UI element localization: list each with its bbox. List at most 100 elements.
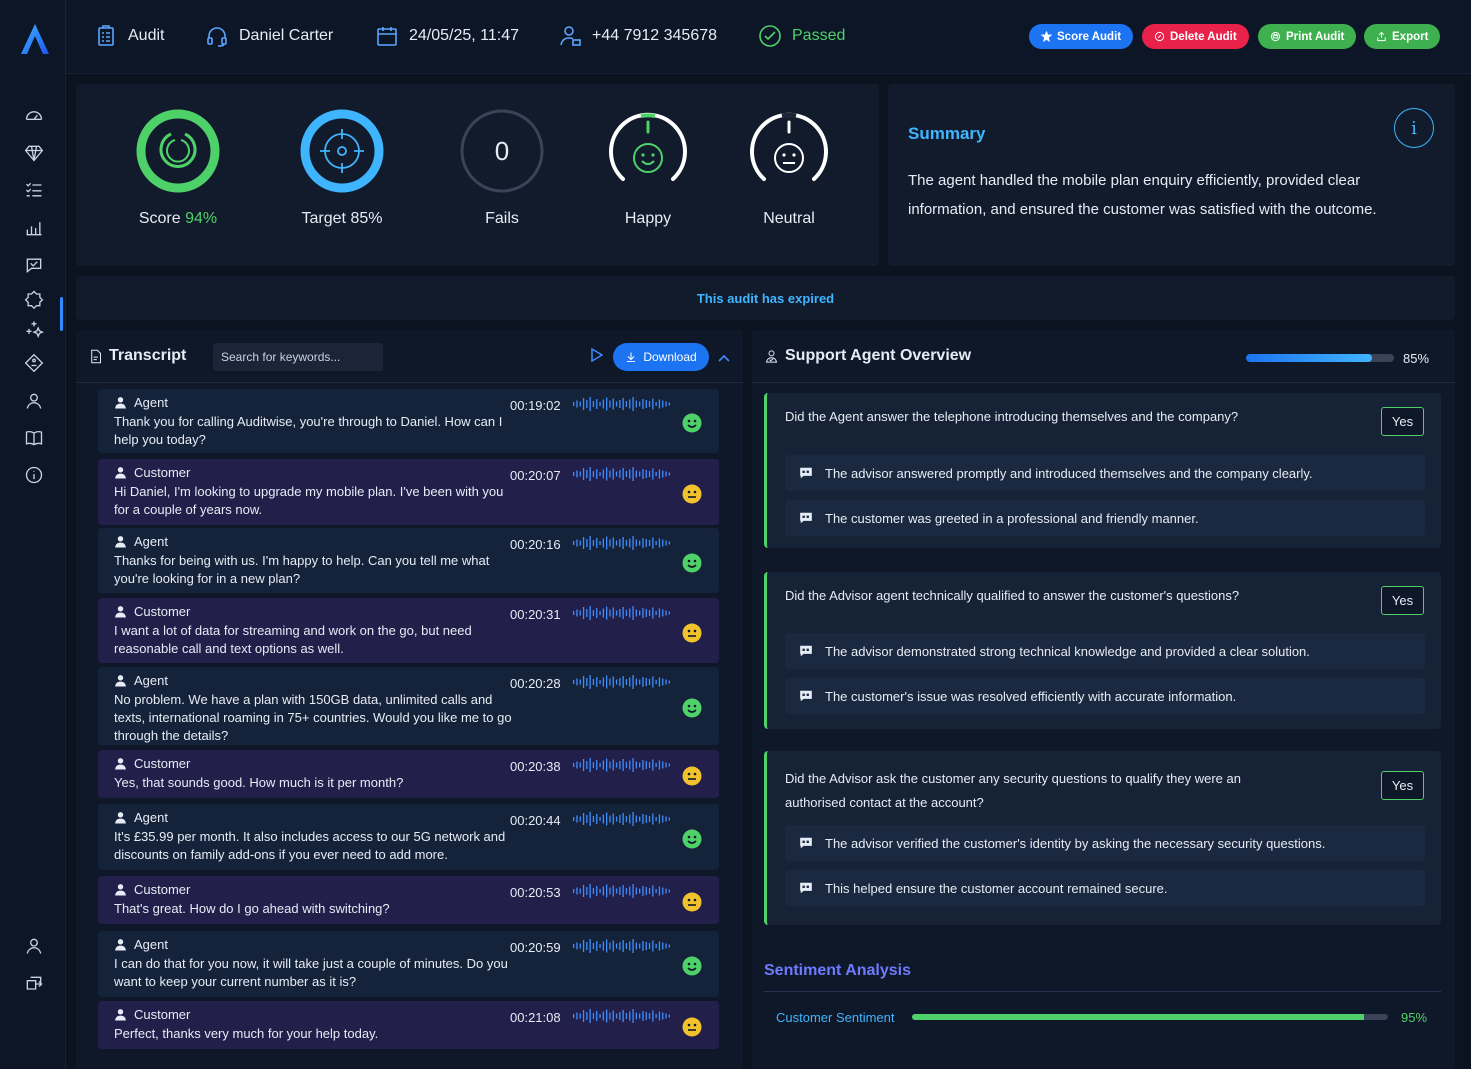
phone-number: +44 7912 345678 xyxy=(592,27,718,44)
audit-question-card: Did the Advisor ask the customer any sec… xyxy=(764,751,1441,925)
customer-sentiment-value: 95% xyxy=(1401,1010,1428,1025)
target-kpi: Target 85% xyxy=(287,106,397,228)
audit-section: Audit xyxy=(94,24,164,48)
checklist-icon[interactable] xyxy=(22,178,46,202)
audio-waveform[interactable] xyxy=(571,393,671,415)
download-button[interactable]: Download xyxy=(613,343,709,371)
analytics-icon[interactable] xyxy=(22,216,46,240)
play-icon[interactable] xyxy=(591,347,604,367)
overview-title-group: Support Agent Overview xyxy=(764,347,971,365)
settings-badge-icon[interactable] xyxy=(22,287,46,311)
audio-waveform[interactable] xyxy=(571,754,671,776)
user-icon[interactable] xyxy=(22,389,46,413)
message-text: No problem. We have a plan with 150GB da… xyxy=(114,692,512,743)
audio-waveform[interactable] xyxy=(571,1005,671,1027)
sparkle-icon[interactable] xyxy=(22,316,46,340)
speaker: Agent xyxy=(114,937,168,952)
info-icon[interactable]: i xyxy=(1394,108,1434,148)
print-audit-button[interactable]: Print Audit xyxy=(1258,24,1357,49)
audit-question-card: Did the Agent answer the telephone intro… xyxy=(764,393,1441,548)
chat-check-icon[interactable] xyxy=(22,253,46,277)
transcript-message[interactable]: Agent 00:20:28 No problem. We have a plan … xyxy=(98,667,719,745)
transcript-message[interactable]: Customer 00:20:38 Yes, that sounds good. H… xyxy=(98,750,719,798)
transcript-message[interactable]: Agent 00:20:16 Thanks for being with us. I… xyxy=(98,528,719,593)
agent-overview-icon xyxy=(765,349,778,363)
transcript-search-input[interactable] xyxy=(213,343,383,371)
person-icon xyxy=(115,606,126,618)
speaker: Customer xyxy=(114,604,190,619)
delete-audit-button[interactable]: Delete Audit xyxy=(1142,24,1249,49)
neutral-gauge xyxy=(750,112,828,181)
dashboard-icon[interactable] xyxy=(22,104,46,128)
profile-icon[interactable] xyxy=(22,934,46,958)
audio-waveform[interactable] xyxy=(571,935,671,957)
message-timestamp: 00:21:08 xyxy=(510,1010,561,1025)
message-text: That's great. How do I go ahead with swi… xyxy=(114,901,390,916)
message-timestamp: 00:20:59 xyxy=(510,940,561,955)
person-icon xyxy=(115,467,126,479)
speaker-label: Customer xyxy=(134,756,191,771)
transcript-message[interactable]: Customer 00:21:08 Perfect, thanks very muc… xyxy=(98,1001,719,1049)
book-icon[interactable] xyxy=(22,426,46,450)
info-icon[interactable] xyxy=(22,463,46,487)
speaker-label: Agent xyxy=(134,810,168,825)
speaker: Customer xyxy=(114,882,190,897)
export-button[interactable]: Export xyxy=(1364,24,1441,49)
audit-question-card: Did the Advisor agent technically qualif… xyxy=(764,572,1441,729)
logout-icon[interactable] xyxy=(22,972,46,996)
tag-icon[interactable] xyxy=(22,351,46,375)
transcript-message[interactable]: Agent 00:20:59 I can do that for you now, … xyxy=(98,931,719,997)
app-logo[interactable] xyxy=(18,22,52,56)
collapse-icon[interactable] xyxy=(718,350,730,368)
score-value: 94% xyxy=(185,210,218,227)
question-text: Did the Agent answer the telephone intro… xyxy=(785,409,1239,424)
star-icon xyxy=(1041,31,1052,42)
transcript-message[interactable]: Agent 00:20:44 It's £35.99 per month. It a… xyxy=(98,804,719,870)
fails-ring: 0 xyxy=(460,109,544,193)
happy-kpi: Happy xyxy=(593,106,703,228)
transcript-title: Transcript xyxy=(109,347,187,364)
answer-badge[interactable]: Yes xyxy=(1381,407,1424,436)
export-icon xyxy=(1377,31,1386,42)
question-text: Did the Advisor agent technically qualif… xyxy=(785,588,1240,603)
person-icon xyxy=(115,884,126,896)
answer-badge[interactable]: Yes xyxy=(1381,771,1424,800)
speaker-label: Customer xyxy=(134,465,191,480)
message-text: I can do that for you now, it will take … xyxy=(114,956,508,989)
person-icon xyxy=(115,812,126,824)
speaker: Customer xyxy=(114,465,190,480)
transcript-message[interactable]: Customer 00:20:53 That's great. How do I g… xyxy=(98,876,719,924)
message-timestamp: 00:20:28 xyxy=(510,676,561,691)
top-header: Audit Daniel Carter 24/05/25, 11:47 +44 … xyxy=(66,0,1471,74)
message-text: Hi Daniel, I'm looking to upgrade my mob… xyxy=(114,484,504,517)
neutral-face-icon xyxy=(682,1017,702,1037)
audio-waveform[interactable] xyxy=(571,463,671,485)
question-note: The advisor demonstrated strong technica… xyxy=(785,633,1425,669)
speaker-label: Agent xyxy=(134,673,168,688)
comment-icon xyxy=(800,837,812,849)
transcript-message[interactable]: Agent 00:19:02 Thank you for calling Audit… xyxy=(98,389,719,453)
kpi-panel: Score 94% Target 85% 0 Fails Happy Neutr… xyxy=(76,84,879,266)
sentiment-divider xyxy=(764,991,1441,992)
diamond-icon[interactable] xyxy=(22,141,46,165)
question-note: The advisor verified the customer's iden… xyxy=(785,825,1425,861)
answer-badge[interactable]: Yes xyxy=(1381,586,1424,615)
audio-waveform[interactable] xyxy=(571,671,671,693)
fails-value: 0 xyxy=(495,136,509,166)
overview-progress-label: 85% xyxy=(1403,351,1430,366)
summary-text: The agent handled the mobile plan enquir… xyxy=(908,172,1377,218)
audio-waveform[interactable] xyxy=(571,880,671,902)
audio-waveform[interactable] xyxy=(571,532,671,554)
audio-waveform[interactable] xyxy=(571,602,671,624)
score-ring xyxy=(136,109,220,193)
note-text: The customer was greeted in a profession… xyxy=(825,510,1199,526)
message-timestamp: 00:20:16 xyxy=(510,537,561,552)
score-audit-button[interactable]: Score Audit xyxy=(1029,24,1134,49)
note-text: The advisor verified the customer's iden… xyxy=(825,835,1326,851)
audio-waveform[interactable] xyxy=(571,808,671,830)
happy-label: Happy xyxy=(624,210,672,227)
speaker-label: Agent xyxy=(134,395,168,410)
transcript-message[interactable]: Customer 00:20:07 Hi Daniel, I'm looking t… xyxy=(98,459,719,525)
phone-info: +44 7912 345678 xyxy=(558,24,717,48)
transcript-message[interactable]: Customer 00:20:31 I want a lot of data for… xyxy=(98,598,719,663)
